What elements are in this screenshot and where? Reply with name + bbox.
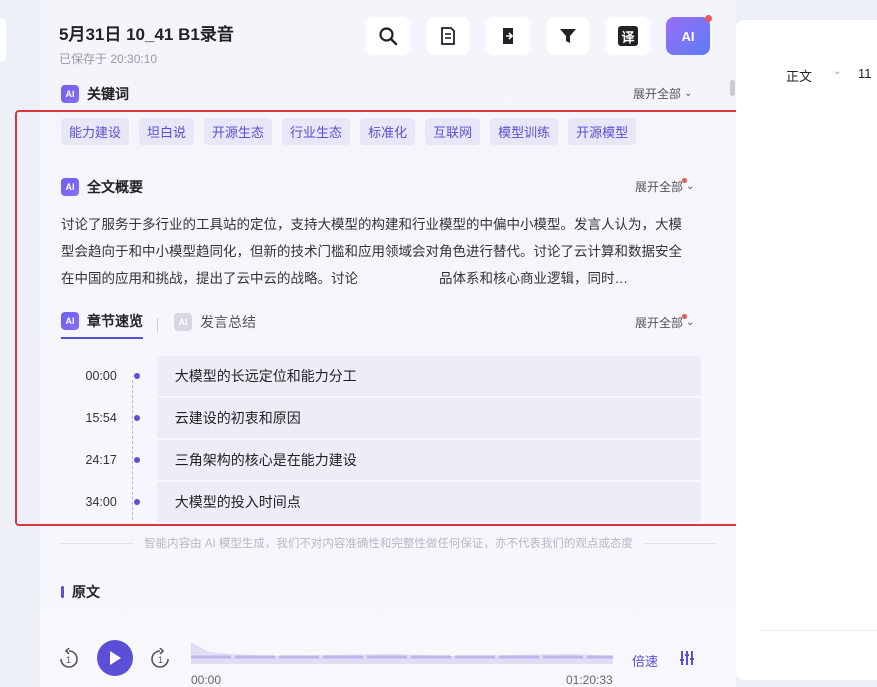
export-button[interactable] bbox=[486, 17, 530, 55]
chapter-item[interactable]: 15:54 云建设的初衷和原因 bbox=[61, 397, 701, 439]
keyword-tag[interactable]: 坦白说 bbox=[139, 118, 195, 145]
export-icon bbox=[503, 28, 514, 44]
filter-icon bbox=[560, 29, 576, 43]
timeline-dot bbox=[133, 499, 140, 505]
chevron-down-icon[interactable]: ⌄ bbox=[833, 66, 841, 77]
filter-button[interactable] bbox=[546, 17, 590, 55]
keyword-tag[interactable]: 开源生态 bbox=[204, 118, 273, 145]
keyword-tag[interactable]: 行业生态 bbox=[282, 118, 351, 145]
notification-dot bbox=[682, 314, 687, 319]
chevron-down-icon: ⌄ bbox=[686, 181, 695, 192]
chapter-time[interactable]: 24:17 bbox=[61, 453, 117, 467]
waveform-progress[interactable] bbox=[191, 638, 613, 664]
notification-dot bbox=[682, 178, 687, 183]
scrollbar-thumb[interactable] bbox=[730, 80, 735, 96]
chapter-title[interactable]: 大模型的长远定位和能力分工 bbox=[156, 356, 701, 396]
editor-panel: 正文 ⌄ 11 bbox=[736, 20, 877, 680]
keyword-tag[interactable]: 互联网 bbox=[425, 118, 481, 145]
chapter-title[interactable]: 云建设的初衷和原因 bbox=[156, 398, 701, 438]
original-header: 原文 bbox=[61, 582, 100, 602]
tab-label: 章节速览 bbox=[87, 313, 143, 329]
timeline-dot bbox=[133, 415, 140, 421]
chapters-expand-label: 展开全部 bbox=[635, 316, 684, 330]
font-size-select[interactable]: 11 bbox=[858, 66, 872, 81]
ai-badge-icon: AI bbox=[174, 313, 192, 331]
left-panel-edge bbox=[0, 18, 6, 62]
chapter-time[interactable]: 00:00 bbox=[61, 369, 117, 383]
chapter-tabs: AI 章节速览 AI 发言总结 bbox=[61, 311, 256, 339]
text-style-select[interactable]: 正文 bbox=[786, 66, 812, 85]
chapter-list: 00:00 大模型的长远定位和能力分工 15:54 云建设的初衷和原因 24:1… bbox=[61, 355, 701, 523]
total-time: 01:20:33 bbox=[566, 673, 613, 687]
chapter-item[interactable]: 00:00 大模型的长远定位和能力分工 bbox=[61, 355, 701, 397]
tab-chapter-overview[interactable]: AI 章节速览 bbox=[61, 311, 143, 339]
chevron-down-icon: ⌄ bbox=[684, 88, 693, 99]
outline-button[interactable] bbox=[426, 17, 470, 55]
keyword-tag[interactable]: 标准化 bbox=[360, 118, 416, 145]
search-icon bbox=[379, 27, 398, 46]
keywords-expand-label: 展开全部 bbox=[633, 87, 682, 101]
ai-disclaimer: 智能内容由 AI 模型生成，我们不对内容准确性和完整性做任何保证，亦不代表我们的… bbox=[60, 535, 718, 551]
translate-button[interactable]: 译 bbox=[606, 17, 650, 55]
keywords-expand-button[interactable]: 展开全部 ⌄ bbox=[633, 85, 692, 102]
rewind-15-icon[interactable]: 1 bbox=[58, 648, 80, 670]
keyword-tags: 能力建设 坦白说 开源生态 行业生态 标准化 互联网 模型训练 开源模型 bbox=[61, 118, 637, 145]
tab-divider bbox=[157, 318, 158, 332]
chapter-item[interactable]: 24:17 三角架构的核心是在能力建设 bbox=[61, 439, 701, 481]
toolbar: 译 AI bbox=[366, 15, 712, 55]
document-list-icon bbox=[441, 27, 455, 45]
timeline-dot bbox=[133, 373, 140, 379]
timeline-dot bbox=[133, 457, 140, 463]
summary-expand-label: 展开全部 bbox=[635, 180, 684, 194]
ai-icon: AI bbox=[681, 28, 695, 44]
chapter-item[interactable]: 34:00 大模型的投入时间点 bbox=[61, 481, 701, 523]
ai-badge-icon: AI bbox=[61, 178, 79, 196]
keyword-tag[interactable]: 能力建设 bbox=[61, 118, 130, 145]
chapter-time[interactable]: 15:54 bbox=[61, 411, 117, 425]
svg-text:1: 1 bbox=[66, 655, 71, 665]
summary-header: AI 全文概要 bbox=[61, 177, 143, 197]
saved-status: 已保存于 20:30:10 bbox=[59, 52, 158, 66]
svg-text:1: 1 bbox=[158, 655, 163, 665]
keywords-header: AI 关键词 bbox=[61, 84, 129, 104]
keywords-title: 关键词 bbox=[87, 86, 129, 102]
keyword-tag[interactable]: 模型训练 bbox=[490, 118, 559, 145]
translate-icon: 译 bbox=[618, 26, 638, 46]
divider bbox=[60, 542, 135, 544]
main-panel: 5月31日 10_41 B1录音 已保存于 20:30:10 译 AI bbox=[40, 0, 736, 687]
divider bbox=[642, 542, 718, 544]
disclaimer-text: 智能内容由 AI 模型生成，我们不对内容准确性和完整性做任何保证，亦不代表我们的… bbox=[144, 538, 633, 550]
chevron-down-icon: ⌄ bbox=[686, 317, 695, 328]
audio-settings-icon[interactable] bbox=[678, 649, 696, 667]
summary-title: 全文概要 bbox=[87, 179, 143, 195]
original-title: 原文 bbox=[72, 584, 100, 600]
chapter-title[interactable]: 大模型的投入时间点 bbox=[156, 482, 701, 522]
ai-assistant-button[interactable]: AI bbox=[666, 15, 712, 55]
ai-badge-icon: AI bbox=[61, 85, 79, 103]
divider bbox=[760, 630, 877, 631]
ai-badge-icon: AI bbox=[61, 312, 79, 330]
section-marker bbox=[61, 586, 64, 598]
search-button[interactable] bbox=[366, 17, 410, 55]
summary-expand-button[interactable]: 展开全部 ⌄ bbox=[635, 178, 694, 195]
playback-speed-button[interactable]: 倍速 bbox=[632, 651, 658, 670]
chapter-title[interactable]: 三角架构的核心是在能力建设 bbox=[156, 440, 701, 480]
play-button[interactable] bbox=[97, 640, 133, 676]
notification-dot bbox=[705, 15, 712, 22]
tab-label: 发言总结 bbox=[200, 314, 256, 330]
play-icon bbox=[110, 651, 121, 665]
page-title: 5月31日 10_41 B1录音 bbox=[59, 25, 234, 44]
current-time: 00:00 bbox=[191, 673, 222, 687]
summary-text: 讨论了服务于多行业的工具站的定位，支持大模型的构建和行业模型的中偏中小模型。发言… bbox=[61, 217, 682, 286]
chapters-expand-button[interactable]: 展开全部 ⌄ bbox=[635, 314, 694, 331]
keyword-tag[interactable]: 开源模型 bbox=[568, 118, 637, 145]
tab-speaker-summary[interactable]: AI 发言总结 bbox=[174, 312, 256, 338]
forward-15-icon[interactable]: 1 bbox=[149, 648, 171, 670]
chapter-time[interactable]: 34:00 bbox=[61, 495, 117, 509]
audio-player: 1 1 00:00 01:20:33 倍速 bbox=[58, 636, 698, 687]
